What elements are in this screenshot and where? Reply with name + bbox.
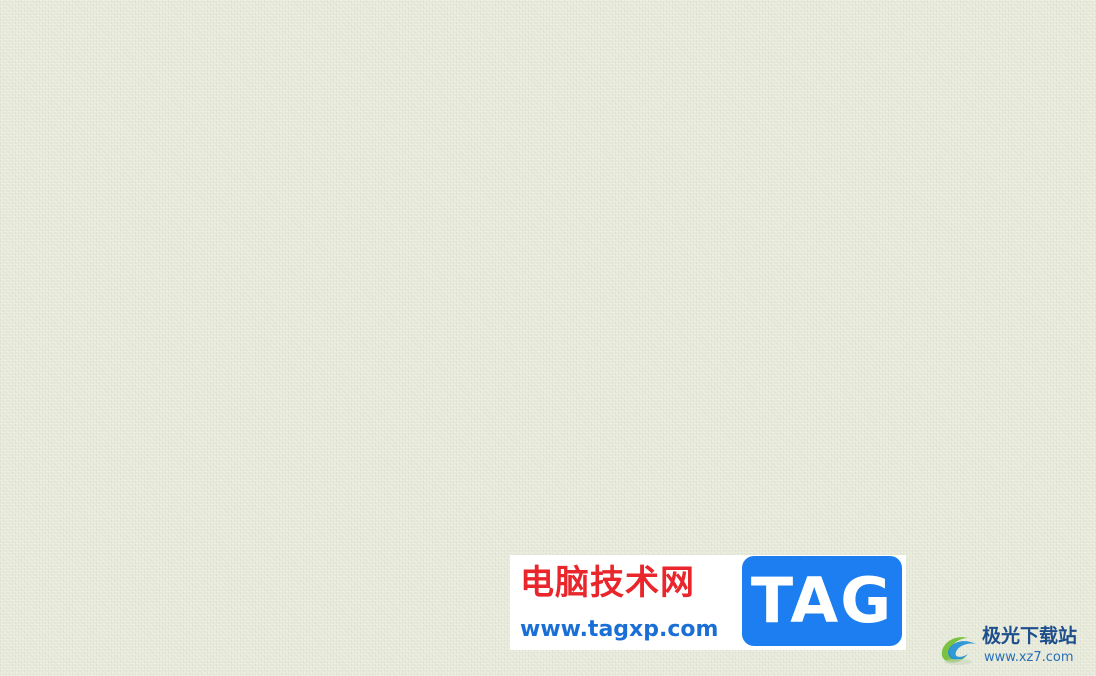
watermark-site-name: 电脑技术网 (520, 563, 695, 603)
corner-logo-name: 极光下载站 (982, 625, 1078, 647)
corner-logo-watermark: 极光下载站 www.xz7.com (936, 622, 1092, 672)
tag-badge-label: TAG (750, 564, 894, 637)
watermark-site-url: www.tagxp.com (520, 617, 719, 642)
site-watermark-banner: 电脑技术网 www.tagxp.com TAG (510, 555, 906, 650)
swirl-logo-icon (941, 637, 976, 665)
blank-textured-canvas: 电脑技术网 www.tagxp.com TAG 极光下载站 www.xz7.co… (0, 0, 1096, 676)
tag-badge: TAG (742, 556, 902, 646)
corner-logo-url: www.xz7.com (984, 650, 1074, 665)
